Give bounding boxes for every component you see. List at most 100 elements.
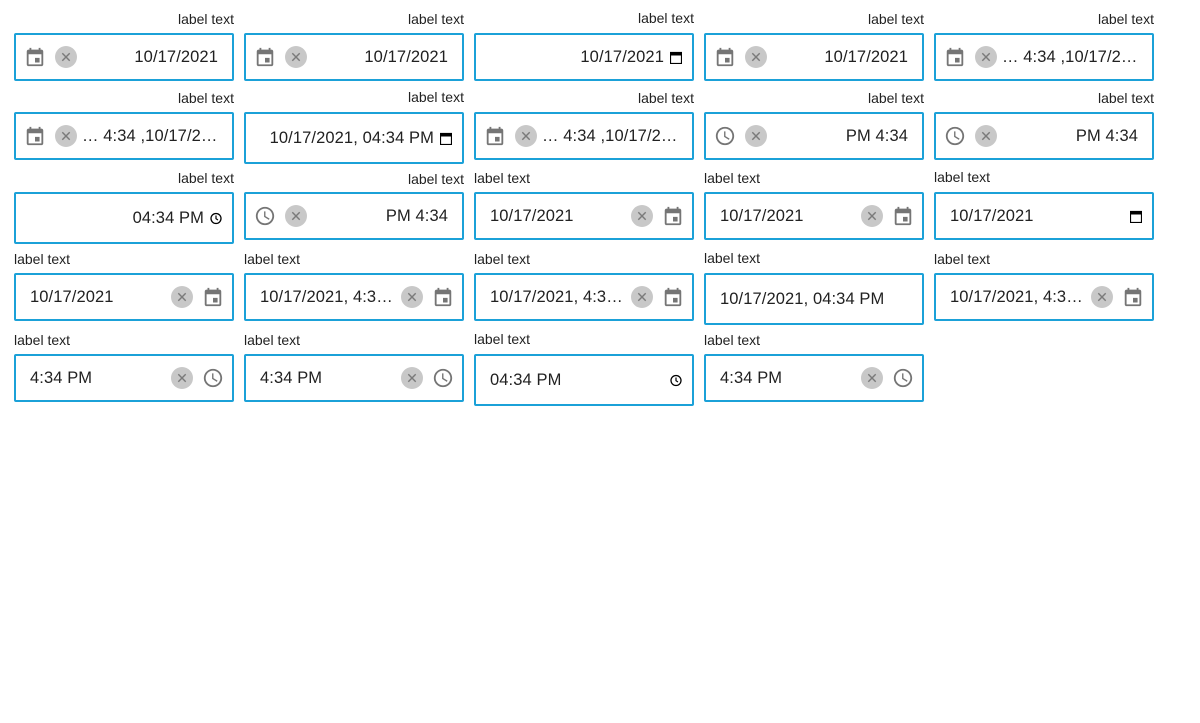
input-value[interactable]: … 4:34 ,10/17/2021 <box>1002 35 1138 79</box>
date-input-box[interactable]: 10/17/2021 <box>244 33 464 81</box>
date-input-box[interactable]: 10/17/2021 <box>934 192 1154 240</box>
input-value[interactable]: PM 4:34 <box>772 114 908 158</box>
input-value[interactable]: 10/17/2021 <box>772 35 908 79</box>
date-input-box[interactable]: 10/17/2021 <box>704 33 924 81</box>
field-label: label text <box>867 11 924 27</box>
field-label: label text <box>177 90 234 106</box>
clear-icon[interactable] <box>745 46 767 68</box>
input-value[interactable]: PM 4:34 <box>312 194 448 238</box>
calendar-icon[interactable] <box>714 46 736 68</box>
date-input-box[interactable]: 10/17/2021 <box>14 273 234 321</box>
date-input-box[interactable]: 10/17/2021 <box>474 33 694 81</box>
input-value[interactable]: PM 4:34 <box>1002 114 1138 158</box>
input-value[interactable]: 4:34 PM <box>720 356 856 400</box>
native-clock-icon[interactable] <box>670 374 682 387</box>
date-input-box[interactable]: 4:34 PM <box>704 354 924 402</box>
clock-icon[interactable] <box>202 367 224 389</box>
clear-icon[interactable] <box>285 205 307 227</box>
calendar-icon[interactable] <box>254 46 276 68</box>
date-input-box[interactable]: 10/17/2021 <box>704 192 924 240</box>
calendar-icon[interactable] <box>662 205 684 227</box>
date-input-box[interactable]: PM 4:34 <box>244 192 464 240</box>
clear-icon[interactable] <box>861 367 883 389</box>
date-input-box[interactable]: 4:34 PM <box>14 354 234 402</box>
date-input-box[interactable]: PM 4:34 <box>704 112 924 160</box>
calendar-icon[interactable] <box>24 46 46 68</box>
clear-icon[interactable] <box>975 125 997 147</box>
native-clock-icon[interactable] <box>210 212 222 225</box>
input-value[interactable]: 04:34 PM <box>24 194 204 242</box>
clear-icon[interactable] <box>975 46 997 68</box>
input-value[interactable]: 10/17/2021, 4:34 … <box>260 275 396 319</box>
input-value[interactable]: 10/17/2021 <box>312 35 448 79</box>
clear-icon[interactable] <box>285 46 307 68</box>
field-label: label text <box>177 170 234 186</box>
clock-icon[interactable] <box>892 367 914 389</box>
input-value[interactable]: 10/17/2021, 4:34 … <box>490 275 626 319</box>
date-input-box[interactable]: 10/17/2021, 04:34 PM <box>244 112 464 164</box>
input-value[interactable]: 4:34 PM <box>30 356 166 400</box>
date-input-box[interactable]: 04:34 PM <box>474 354 694 406</box>
native-calendar-icon[interactable] <box>670 51 682 64</box>
date-input-box[interactable]: … 4:34 ,10/17/2021 <box>14 112 234 160</box>
field-label: label text <box>704 250 761 266</box>
input-value[interactable]: 10/17/2021, 04:34 PM <box>720 275 908 323</box>
input-value[interactable]: 10/17/2021 <box>30 275 166 319</box>
date-input-box[interactable]: 10/17/2021, 04:34 PM <box>704 273 924 325</box>
input-value[interactable]: … 4:34 ,10/17/2021 <box>542 114 678 158</box>
date-input-box[interactable]: 4:34 PM <box>244 354 464 402</box>
field-label: label text <box>14 251 71 267</box>
date-input-box[interactable]: … 4:34 ,10/17/2021 <box>474 112 694 160</box>
clear-icon[interactable] <box>171 367 193 389</box>
calendar-icon[interactable] <box>484 125 506 147</box>
field-label: label text <box>244 332 301 348</box>
clear-icon[interactable] <box>55 125 77 147</box>
clock-icon[interactable] <box>254 205 276 227</box>
date-input-box[interactable]: 10/17/2021 <box>14 33 234 81</box>
date-input-box[interactable]: … 4:34 ,10/17/2021 <box>934 33 1154 81</box>
calendar-icon[interactable] <box>944 46 966 68</box>
input-value[interactable]: 10/17/2021 <box>490 194 626 238</box>
clear-icon[interactable] <box>745 125 767 147</box>
date-input-box[interactable]: 10/17/2021, 4:34 … <box>934 273 1154 321</box>
clear-icon[interactable] <box>171 286 193 308</box>
clear-icon[interactable] <box>55 46 77 68</box>
calendar-icon[interactable] <box>24 125 46 147</box>
native-calendar-icon[interactable] <box>440 132 452 145</box>
clock-icon[interactable] <box>432 367 454 389</box>
input-value[interactable]: 4:34 PM <box>260 356 396 400</box>
input-value[interactable]: 10/17/2021 <box>484 35 664 79</box>
input-value[interactable]: 10/17/2021 <box>82 35 218 79</box>
clear-icon[interactable] <box>515 125 537 147</box>
date-input-box[interactable]: 10/17/2021, 4:34 … <box>474 273 694 321</box>
native-calendar-icon[interactable] <box>1130 210 1142 223</box>
field-label: label text <box>704 332 761 348</box>
clear-icon[interactable] <box>861 205 883 227</box>
date-input-box[interactable]: 04:34 PM <box>14 192 234 244</box>
input-value[interactable]: 10/17/2021, 04:34 PM <box>254 114 434 162</box>
calendar-icon[interactable] <box>202 286 224 308</box>
input-value[interactable]: 04:34 PM <box>490 356 662 404</box>
date-input-box[interactable]: 10/17/2021, 4:34 … <box>244 273 464 321</box>
date-input-box[interactable]: PM 4:34 <box>934 112 1154 160</box>
field-label: label text <box>407 11 464 27</box>
input-value[interactable]: 10/17/2021 <box>720 194 856 238</box>
calendar-icon[interactable] <box>432 286 454 308</box>
clear-icon[interactable] <box>1091 286 1113 308</box>
field-label: label text <box>474 331 531 347</box>
clear-icon[interactable] <box>401 286 423 308</box>
clear-icon[interactable] <box>401 367 423 389</box>
input-value[interactable]: … 4:34 ,10/17/2021 <box>82 114 218 158</box>
clock-icon[interactable] <box>944 125 966 147</box>
date-input-box[interactable]: 10/17/2021 <box>474 192 694 240</box>
calendar-icon[interactable] <box>892 205 914 227</box>
field-label: label text <box>1097 11 1154 27</box>
input-value[interactable]: 10/17/2021, 4:34 … <box>950 275 1086 319</box>
input-value[interactable]: 10/17/2021 <box>950 194 1122 238</box>
clear-icon[interactable] <box>631 286 653 308</box>
calendar-icon[interactable] <box>1122 286 1144 308</box>
calendar-icon[interactable] <box>662 286 684 308</box>
clear-icon[interactable] <box>631 205 653 227</box>
field-label: label text <box>867 90 924 106</box>
clock-icon[interactable] <box>714 125 736 147</box>
